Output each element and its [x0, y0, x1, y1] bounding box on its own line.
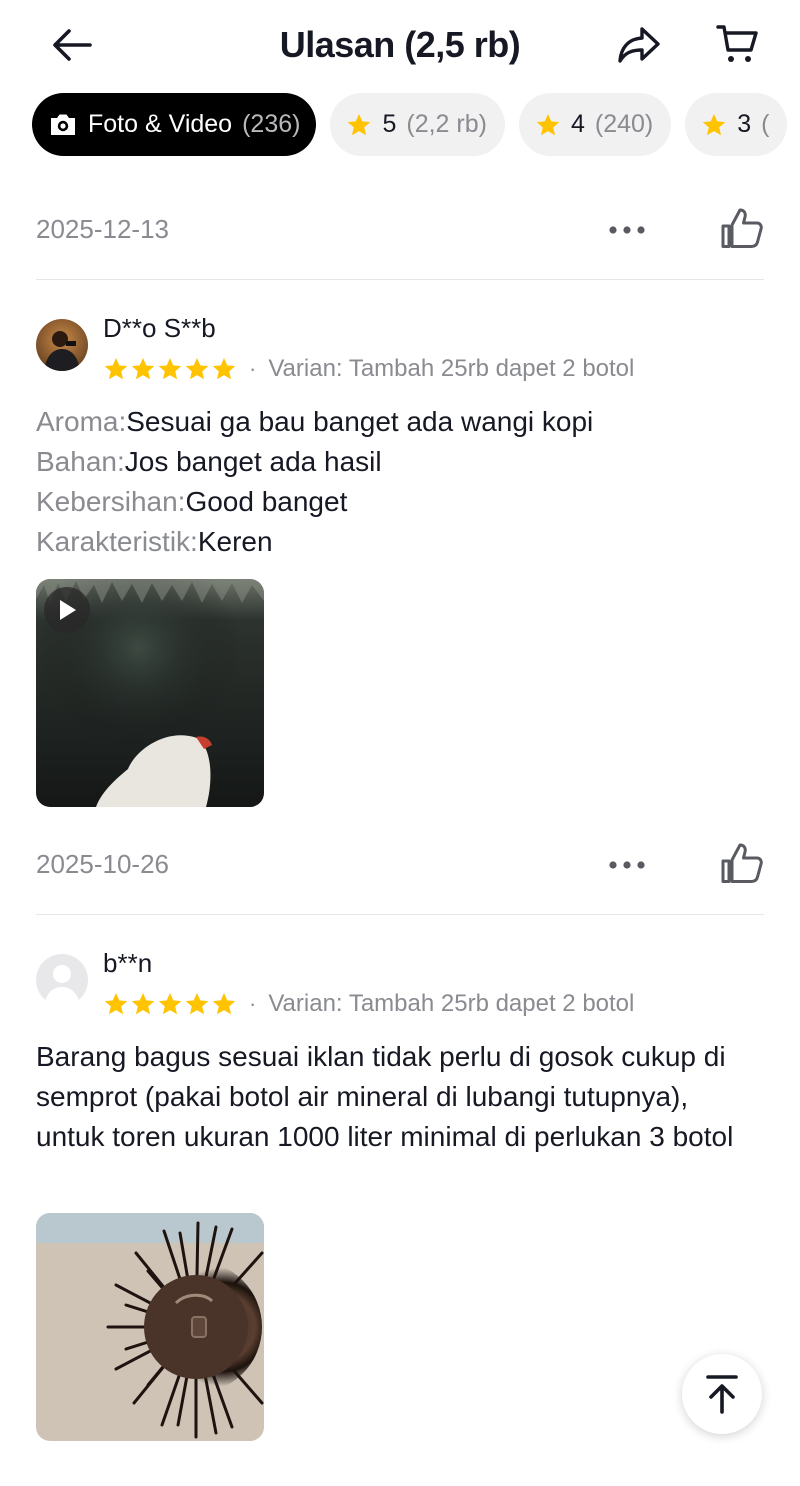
scroll-to-top-button[interactable] [682, 1354, 762, 1434]
star-icon [212, 992, 236, 1015]
filter-chip-count: (240) [594, 110, 654, 138]
star-icon [131, 992, 155, 1015]
divider [36, 914, 764, 915]
review-date: 2025-12-13 [36, 214, 169, 244]
camera-icon [48, 112, 78, 138]
filter-chip-photo-video[interactable]: Foto & Video (236) [32, 93, 317, 156]
share-arrow-icon [618, 27, 660, 63]
header: Ulasan (2,5 rb) [0, 0, 800, 90]
star-icon [346, 112, 372, 138]
filter-chips: Foto & Video (236) 5 (2,2 rb) 4 (240) 3 … [32, 93, 788, 156]
cart-button[interactable] [712, 20, 762, 68]
star-icon [701, 112, 727, 138]
star-icon [212, 357, 236, 380]
filter-chip-count: (236) [242, 110, 301, 138]
review-line: Karakteristik:Keren [36, 522, 764, 562]
user-name: b**n [103, 948, 153, 978]
star-icon [535, 112, 561, 138]
review-line-value: Keren [197, 526, 273, 557]
filter-chip-5-star[interactable]: 5 (2,2 rb) [330, 93, 505, 156]
filter-chip-count: (2,2 rb) [406, 110, 487, 138]
share-button[interactable] [614, 22, 664, 68]
more-dots-icon [609, 861, 645, 869]
filter-chip-count: ( [761, 110, 770, 138]
review-line-label: Aroma: [36, 406, 127, 437]
review-line-label: Bahan: [36, 446, 125, 477]
filter-chip-label: 4 [570, 110, 585, 138]
page-title: Ulasan (2,5 rb) [279, 24, 521, 65]
like-button[interactable] [718, 839, 766, 887]
review-line: Kebersihan:Good banget [36, 482, 764, 522]
avatar[interactable] [36, 954, 88, 1006]
filter-chip-label: Foto & Video [88, 110, 233, 138]
review-video-thumbnail[interactable] [36, 579, 264, 807]
review-photo-thumbnail[interactable] [36, 1213, 264, 1441]
star-icon [185, 992, 209, 1015]
review-footer: 2025-12-13 [36, 200, 764, 260]
rating-line: · Varian: Tambah 25rb dapet 2 botol [103, 355, 634, 383]
star-rating [103, 991, 237, 1017]
review-text: Barang bagus sesuai iklan tidak perlu di… [36, 1041, 734, 1152]
user-name: D**o S**b [103, 313, 216, 343]
separator-dot: · [249, 356, 257, 381]
filter-chip-4-star[interactable]: 4 (240) [518, 93, 672, 156]
review-footer: 2025-10-26 [36, 835, 764, 895]
star-icon [185, 357, 209, 380]
cart-icon [716, 25, 758, 62]
play-button[interactable] [44, 587, 90, 633]
more-options-button[interactable] [604, 845, 650, 885]
separator-dot: · [249, 991, 257, 1016]
more-dots-icon [609, 226, 645, 234]
review-line-value: Jos banget ada hasil [124, 446, 382, 477]
filter-chip-label: 5 [382, 110, 397, 138]
review-line-label: Karakteristik: [36, 526, 198, 557]
review-line: Bahan:Jos banget ada hasil [36, 442, 764, 482]
review-text: Aroma:Sesuai ga bau banget ada wangi kop… [36, 402, 764, 562]
filter-chip-label: 3 [737, 110, 752, 138]
filter-chip-3-star[interactable]: 3 ( [685, 93, 788, 156]
avatar[interactable] [36, 319, 88, 371]
thumbs-up-icon [721, 843, 763, 883]
star-icon [104, 992, 128, 1015]
thumbs-up-icon [721, 208, 763, 248]
divider [36, 279, 764, 280]
review-line: Aroma:Sesuai ga bau banget ada wangi kop… [36, 402, 764, 442]
rating-line: · Varian: Tambah 25rb dapet 2 botol [103, 990, 634, 1018]
arrow-up-to-top-icon [706, 1375, 738, 1414]
star-icon [158, 357, 182, 380]
variant-text: Varian: Tambah 25rb dapet 2 botol [268, 990, 635, 1017]
review-date: 2025-10-26 [36, 849, 169, 879]
more-options-button[interactable] [604, 210, 650, 250]
review-line-value: Sesuai ga bau banget ada wangi kopi [126, 406, 594, 437]
star-rating [103, 356, 237, 382]
like-button[interactable] [718, 204, 766, 252]
star-icon [131, 357, 155, 380]
star-icon [104, 357, 128, 380]
review-line-value: Good banget [185, 486, 348, 517]
variant-text: Varian: Tambah 25rb dapet 2 botol [268, 355, 635, 382]
default-avatar-icon [36, 954, 88, 1006]
star-icon [158, 992, 182, 1015]
review-line-label: Kebersihan: [36, 486, 186, 517]
play-icon [60, 600, 76, 620]
